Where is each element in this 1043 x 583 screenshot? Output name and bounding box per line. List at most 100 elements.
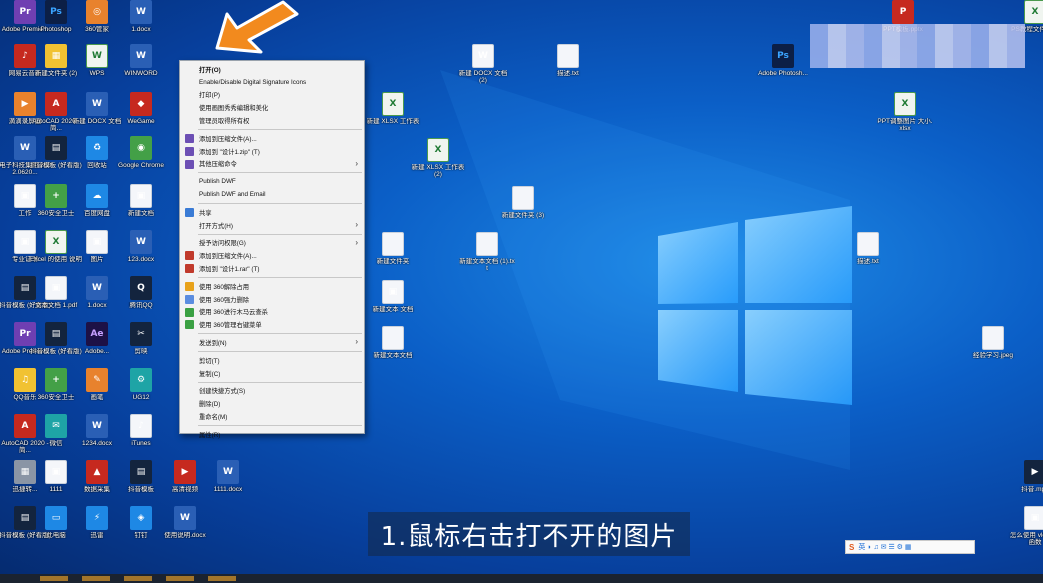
ime-toolbar[interactable]: S 英 ◗ ♫ ✉ ☰ ⚙ ▦ <box>845 540 975 554</box>
context-menu-item[interactable]: 发送到(N) › <box>180 336 364 349</box>
context-menu-item[interactable]: 属性(R) <box>180 428 364 441</box>
desktop-icon[interactable]: 新建文件夹 (3) <box>500 186 546 219</box>
desktop-icon[interactable]: 经验学习.jpeg <box>970 326 1016 359</box>
context-menu-item[interactable]: Enable/Disable Digital Signature Icons <box>180 76 364 89</box>
context-menu-item[interactable]: 添加到 "设计1.rar" (T) <box>180 262 364 275</box>
file-icon: ◎ <box>86 0 108 24</box>
desktop-icon-label: 1.docx <box>131 26 151 33</box>
context-menu-item[interactable]: 打开方式(H) › <box>180 219 364 232</box>
desktop-icon[interactable]: Q 腾讯QQ <box>118 276 164 309</box>
desktop-icon[interactable]: ▶ 抖音.mp4 <box>1012 460 1043 493</box>
desktop-icon-label: 新建文本 文档 <box>372 306 414 313</box>
file-icon: ▣ <box>130 184 152 208</box>
file-icon: X <box>894 92 916 116</box>
desktop-icon-label: Adobe Photosh... <box>758 70 808 77</box>
desktop-icon[interactable]: 新建文件夹 <box>370 232 416 265</box>
menu-separator <box>198 128 362 130</box>
desktop-icon[interactable]: X PPT调整图片 大小.xlsx <box>877 92 933 132</box>
desktop-icon-label: 使用说明.docx <box>164 532 206 539</box>
desktop-icon[interactable]: W 1.docx <box>118 0 164 33</box>
menu-separator <box>198 424 362 426</box>
mosaic-cell <box>971 38 990 54</box>
desktop-icon[interactable]: ▣ 新建文档 <box>118 184 164 217</box>
taskbar <box>0 574 1043 583</box>
context-menu-item[interactable]: 授予访问权限(G) › <box>180 237 364 250</box>
context-menu-item[interactable]: 添加到压缩文件(A)... <box>180 249 364 262</box>
desktop-icon-label: 新建 DOCX 文档 (2) <box>458 70 508 84</box>
mosaic-cell <box>827 24 846 39</box>
context-menu-item[interactable]: 添加到 "设计1.zip" (T) <box>180 145 364 158</box>
desktop-icon[interactable]: W 新建 DOCX 文档 (2) <box>459 44 507 84</box>
desktop-icon[interactable]: Ps Adobe Photosh... <box>758 44 808 77</box>
desktop-icon[interactable]: ✂ 剪映 <box>118 322 164 355</box>
desktop-icon[interactable]: ◉ Google Chrome <box>118 136 164 169</box>
mosaic-cell <box>935 24 954 39</box>
taskbar-item[interactable] <box>82 576 110 581</box>
mosaic-cell <box>899 38 918 54</box>
context-menu-item[interactable]: 打开(O) <box>180 63 364 76</box>
file-icon: ▣ <box>1024 506 1043 530</box>
desktop-icon[interactable]: W 1111.docx <box>205 460 251 493</box>
taskbar-item[interactable] <box>40 576 68 581</box>
taskbar-item[interactable] <box>166 576 194 581</box>
context-menu-item[interactable]: 使用 360管理右键菜单 <box>180 318 364 331</box>
sogou-icon[interactable]: S <box>849 543 854 552</box>
taskbar-item[interactable] <box>208 576 236 581</box>
menu-item-label: Publish DWF and Email <box>199 191 266 199</box>
desktop-icon[interactable]: W 使用说明.docx <box>162 506 208 539</box>
file-icon: Ps <box>772 44 794 68</box>
menu-item-label: 删除(D) <box>199 401 221 409</box>
menu-item-label: 授予访问权限(G) <box>199 240 246 248</box>
desktop-icon[interactable]: X 新建 XLSX 工作表 <box>367 92 419 125</box>
context-menu-item[interactable]: 打印(P) <box>180 89 364 102</box>
context-menu-item[interactable]: 删除(D) <box>180 397 364 410</box>
context-menu-item[interactable]: 剪切(T) <box>180 354 364 367</box>
context-menu-item[interactable]: Publish DWF and Email <box>180 188 364 201</box>
mosaic-cell <box>899 24 918 39</box>
desktop-icon[interactable]: W WINWORD <box>118 44 164 77</box>
tutorial-caption: 1.鼠标右击打不开的图片 <box>368 512 690 556</box>
context-menu-item[interactable]: 添加到压缩文件(A)... <box>180 132 364 145</box>
context-menu-item[interactable]: 重命名(M) <box>180 410 364 423</box>
desktop-icon-label: iTunes <box>131 440 151 447</box>
context-menu-item[interactable]: Publish DWF <box>180 175 364 188</box>
mosaic-cell <box>810 24 828 39</box>
desktop-icon[interactable]: 描述.txt <box>845 232 891 265</box>
file-icon: ▤ <box>130 460 152 484</box>
context-menu-item[interactable]: 管理员取得所有权 <box>180 114 364 127</box>
desktop-icon[interactable]: ⚙ UG12 <box>118 368 164 401</box>
menu-item-label: 使用 360强力删除 <box>199 296 250 304</box>
context-menu-item[interactable]: 复制(C) <box>180 367 364 380</box>
desktop-icon[interactable]: ▣ 怎么使用 vlookup函数 <box>1010 506 1043 546</box>
desktop-icon-label: 新建文档 <box>128 210 154 217</box>
context-menu-item[interactable]: 使用 360强力删除 <box>180 293 364 306</box>
desktop-icon-label: 新建文本文档 (1).txt <box>459 258 515 272</box>
context-menu-item[interactable]: 共享 <box>180 206 364 219</box>
file-icon: + <box>45 368 67 392</box>
menu-item-label: 添加到压缩文件(A)... <box>199 253 257 261</box>
mosaic-cell <box>810 53 828 68</box>
desktop-icon[interactable]: 新建文本文档 (1).txt <box>459 232 515 272</box>
desktop-icon-label: 新建 XLSX 工作表 <box>366 118 420 125</box>
file-icon: W <box>86 92 108 116</box>
desktop-icon[interactable]: ♪ iTunes <box>118 414 164 447</box>
file-icon <box>982 326 1004 350</box>
taskbar-item[interactable] <box>124 576 152 581</box>
mosaic-cell <box>881 53 900 68</box>
desktop-icon[interactable]: A AutoCAD 2020 - 简... <box>32 92 80 132</box>
mosaic-cell <box>881 38 900 54</box>
context-menu-item[interactable]: 其他压缩命令 › <box>180 158 364 171</box>
desktop-icon[interactable]: X 新建 XLSX 工作表 (2) <box>412 138 464 178</box>
desktop-icon[interactable]: W 123.docx <box>118 230 164 263</box>
context-menu-item[interactable]: 使用 360进行木马云查杀 <box>180 306 364 319</box>
context-menu-item[interactable]: 使用 360解除占用 <box>180 280 364 293</box>
desktop-icon[interactable]: ◆ WeGame <box>118 92 164 125</box>
ime-status[interactable]: 英 ◗ ♫ ✉ ☰ ⚙ ▦ <box>858 542 911 552</box>
desktop-icon[interactable]: ▣ 新建文本 文档 <box>370 280 416 313</box>
context-menu: 打开(O) Enable/Disable Digital Signature Ic… <box>179 60 365 439</box>
file-icon: ▣ <box>45 276 67 300</box>
context-menu-item[interactable]: 创建快捷方式(S) <box>180 385 364 398</box>
desktop-icon[interactable]: 新建文本文档 <box>370 326 416 359</box>
desktop-icon[interactable]: 描述.txt <box>545 44 591 77</box>
context-menu-item[interactable]: 使用画图秀秀编辑和美化 <box>180 101 364 114</box>
